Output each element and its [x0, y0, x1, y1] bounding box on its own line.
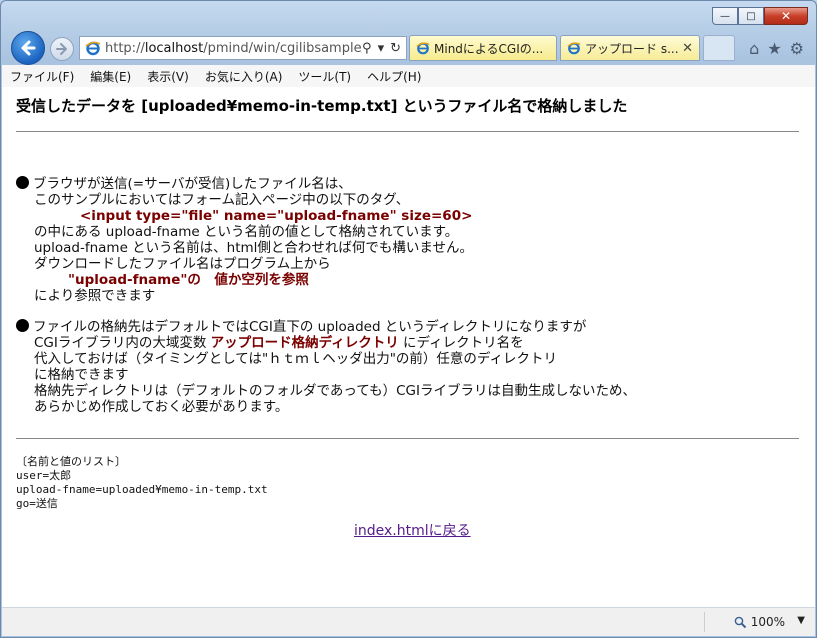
tab-upload[interactable]: アップロード s... ✕ [560, 35, 700, 61]
browser-window: — □ ✕ http://localhost/pmind/win/cgilibs… [0, 0, 817, 638]
text-line: ブラウザが送信(=サーバが受信)したファイル名は、 [33, 176, 352, 192]
ie-page-icon [85, 41, 101, 56]
text-line: 格納先ディレクトリは（デフォルトのフォルダであっても）CGIライブラリは自動生成… [34, 383, 636, 399]
text-line: により参照できます [34, 288, 156, 304]
tab-label: MindによるCGIの... [434, 41, 544, 56]
section-filename: ブラウザが送信(=サーバが受信)したファイル名は、 このサンプルにおいてはフォー… [16, 176, 473, 304]
close-button[interactable]: ✕ [764, 7, 808, 25]
divider [16, 131, 799, 132]
chevron-down-icon[interactable]: ▾ [378, 41, 385, 56]
new-tab-button[interactable] [703, 35, 735, 61]
back-arrow-icon [21, 40, 36, 56]
zoom-icon [734, 616, 746, 628]
search-icon[interactable]: ⚲ [362, 41, 372, 56]
input-tag-code: <input type="file" name="upload-fname" s… [80, 208, 473, 224]
back-button[interactable] [11, 31, 45, 65]
section-storage: ファイルの格納先はデフォルトではCGI直下の uploaded というディレクト… [16, 319, 636, 415]
window-controls: — □ ✕ [712, 7, 808, 25]
bullet-icon [16, 319, 29, 332]
status-divider [704, 612, 705, 632]
text-line: あらかじめ作成しておく必要があります。 [34, 399, 289, 415]
text-line: ダウンロードしたファイル名はプログラム上から [34, 256, 331, 272]
back-to-index-link[interactable]: index.htmlに戻る [354, 520, 471, 540]
status-bar: 100% ▼ [2, 607, 815, 636]
menu-help[interactable]: ヘルプ(H) [359, 68, 429, 85]
text-line: CGIライブラリ内の大域変数 アップロード格納ディレクトリ にディレクトリ名を [34, 335, 524, 351]
bullet-icon [16, 176, 29, 189]
text-line: に格納できます [34, 367, 129, 383]
refresh-icon[interactable]: ↻ [390, 41, 401, 56]
divider [16, 438, 799, 439]
favorites-star-icon[interactable]: ★ [767, 39, 781, 58]
close-tab-icon[interactable]: ✕ [682, 41, 693, 56]
list-title: 〔名前と値のリスト〕 [16, 455, 126, 468]
name-value-list: 〔名前と値のリスト〕 user=太郎 upload-fname=uploaded… [16, 455, 268, 511]
text-line: の中にある upload-fname という名前の値として格納されています。 [34, 224, 459, 240]
menu-edit[interactable]: 編集(E) [82, 68, 139, 85]
text-line: upload-fname という名前は、html側と合わせれば何でも構いません。 [34, 240, 474, 256]
ie-tab-icon [567, 42, 581, 55]
gear-icon[interactable]: ⚙ [790, 39, 804, 58]
global-variable-name: アップロード格納ディレクトリ [210, 335, 399, 351]
navigation-bar: http://localhost/pmind/win/cgilibsample/… [9, 31, 808, 65]
home-icon[interactable]: ⌂ [749, 39, 759, 58]
toolbar-icons: ⌂ ★ ⚙ [749, 39, 804, 58]
page-heading: 受信したデータを [uploaded¥memo-in-temp.txt] という… [16, 97, 628, 115]
maximize-button[interactable]: □ [738, 7, 764, 25]
forward-arrow-icon [56, 43, 67, 55]
menu-tools[interactable]: ツール(T) [290, 68, 359, 85]
menu-bar: ファイル(F) 編集(E) 表示(V) お気に入り(A) ツール(T) ヘルプ(… [2, 65, 815, 88]
zoom-level: 100% [750, 615, 785, 629]
variable-reference: "upload-fname"の 値か空列を参照 [68, 272, 309, 288]
menu-file[interactable]: ファイル(F) [2, 68, 82, 85]
menu-favorites[interactable]: お気に入り(A) [197, 68, 291, 85]
address-bar[interactable]: http://localhost/pmind/win/cgilibsample/… [79, 36, 407, 60]
menu-view[interactable]: 表示(V) [139, 68, 197, 85]
list-item: upload-fname=uploaded¥memo-in-temp.txt [16, 483, 268, 496]
zoom-dropdown-icon[interactable]: ▼ [797, 615, 805, 626]
text-line: ファイルの格納先はデフォルトではCGI直下の uploaded というディレクト… [33, 319, 587, 335]
ie-tab-icon [416, 42, 430, 55]
address-tools: ⚲ ▾ ↻ [362, 41, 406, 56]
minimize-button[interactable]: — [712, 7, 738, 25]
text-line: このサンプルにおいてはフォーム記入ページ中の以下のタグ、 [34, 192, 410, 208]
page-content: 受信したデータを [uploaded¥memo-in-temp.txt] という… [2, 87, 815, 608]
address-url[interactable]: http://localhost/pmind/win/cgilibsample/… [105, 41, 362, 56]
forward-button[interactable] [50, 37, 74, 61]
list-item: go=送信 [16, 497, 58, 510]
zoom-control[interactable]: 100% [734, 615, 785, 629]
tab-label: アップロード s... [585, 41, 679, 56]
list-item: user=太郎 [16, 469, 72, 482]
tab-mind-cgi[interactable]: MindによるCGIの... [409, 35, 557, 61]
text-line: 代入しておけば（タイミングとしては"ｈｔｍｌヘッダ出力"の前）任意のディレクトリ [34, 351, 557, 367]
